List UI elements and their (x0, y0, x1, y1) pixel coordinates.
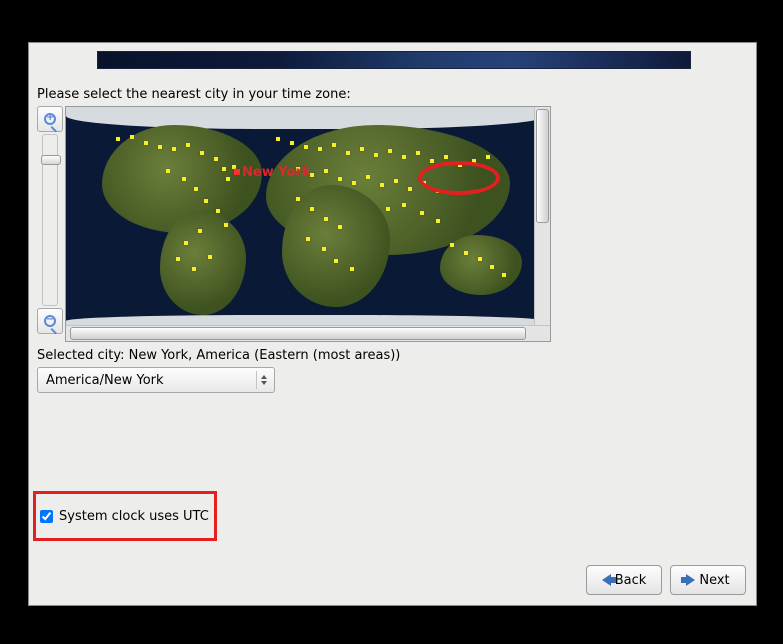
next-button-label: Next (699, 573, 729, 588)
zoom-in-icon (44, 113, 56, 125)
zoom-slider[interactable] (42, 134, 58, 306)
timezone-combobox-value: America/New York (46, 373, 164, 388)
selected-city-prefix: Selected city: (37, 348, 129, 363)
arrow-left-icon (602, 574, 611, 586)
prompt-text: Please select the nearest city in your t… (37, 87, 748, 102)
zoom-in-button[interactable] (37, 106, 63, 132)
map-vertical-scrollbar[interactable] (534, 107, 550, 325)
utc-checkbox-label: System clock uses UTC (59, 509, 209, 524)
arrow-right-icon (686, 574, 695, 586)
header-band (97, 51, 691, 69)
back-button[interactable]: Back (586, 565, 662, 595)
combobox-arrows-icon (256, 371, 270, 389)
footer-buttons: Back Next (586, 565, 746, 595)
zoom-column (37, 106, 63, 334)
map-hscroll-thumb[interactable] (70, 327, 526, 340)
installer-window: Please select the nearest city in your t… (28, 42, 757, 606)
next-button[interactable]: Next (670, 565, 746, 595)
zoom-out-icon (44, 315, 56, 327)
utc-checkbox[interactable] (40, 510, 53, 523)
timezone-combobox[interactable]: America/New York (37, 367, 275, 393)
zoom-out-button[interactable] (37, 308, 63, 334)
map-panel: New York (65, 106, 551, 342)
selected-city-value: New York, America (Eastern (most areas)) (129, 348, 401, 363)
mouse-cursor-icon: ➤ (756, 250, 769, 269)
annotation-ellipse (418, 161, 500, 195)
map-vscroll-thumb[interactable] (536, 109, 549, 223)
selected-city-marker (234, 169, 240, 175)
content-area: Please select the nearest city in your t… (37, 87, 748, 393)
selected-city-text: Selected city: New York, America (Easter… (37, 348, 748, 363)
world-map[interactable]: New York (66, 107, 534, 325)
utc-highlight-box: System clock uses UTC (33, 491, 217, 541)
map-area: New York (37, 106, 748, 342)
zoom-slider-thumb[interactable] (41, 155, 61, 165)
selected-city-map-label: New York (242, 165, 310, 180)
map-horizontal-scrollbar[interactable] (66, 325, 550, 341)
back-button-label: Back (615, 573, 647, 588)
